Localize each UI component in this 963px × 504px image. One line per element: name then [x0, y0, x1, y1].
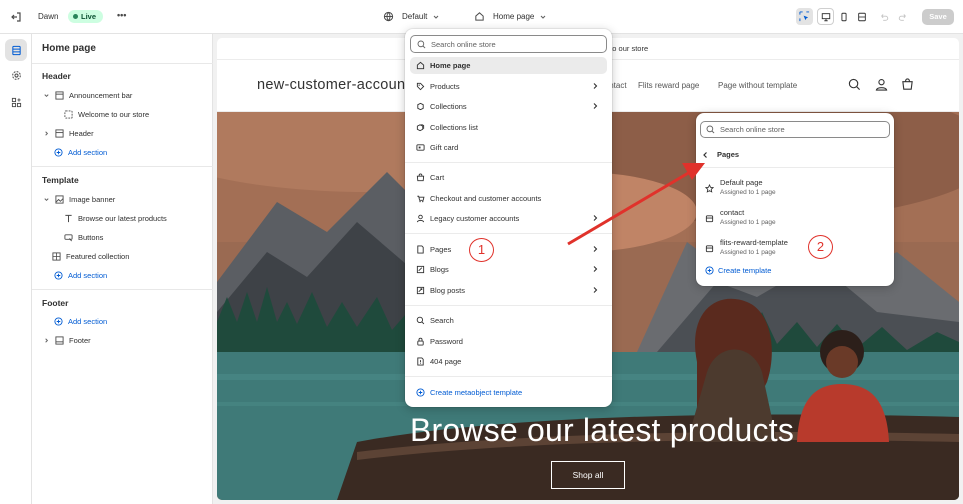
annotation-arrowhead — [682, 163, 705, 180]
annotation-marker-1: 1 — [469, 238, 494, 262]
annotation-arrow — [567, 170, 691, 246]
annotation-marker-2: 2 — [808, 235, 833, 259]
